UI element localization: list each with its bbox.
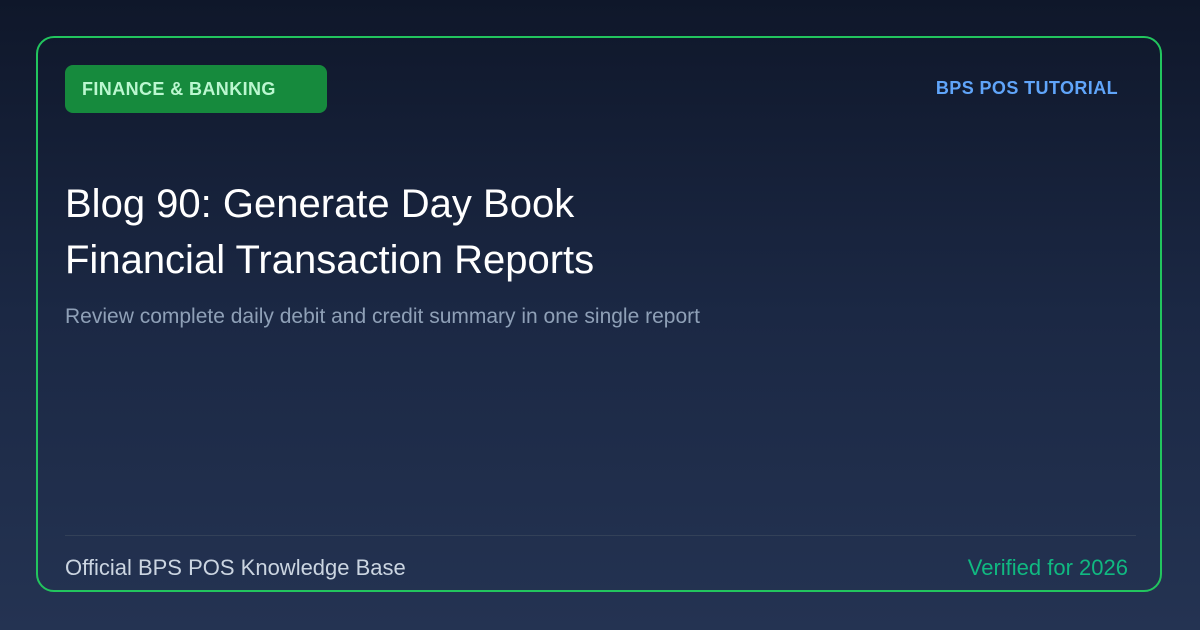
title-line-2: Financial Transaction Reports — [65, 238, 595, 282]
page-title: Blog 90: Generate Day Book Financial Tra… — [65, 176, 594, 288]
footer-verified: Verified for 2026 — [967, 555, 1128, 580]
brand-tag: BPS POS TUTORIAL — [935, 78, 1118, 98]
footer-divider — [65, 535, 1136, 536]
category-label: FINANCE & BANKING — [82, 78, 276, 99]
title-line-1: Blog 90: Generate Day Book — [65, 182, 575, 226]
subtitle: Review complete daily debit and credit s… — [65, 305, 700, 328]
category-badge: FINANCE & BANKING — [65, 65, 327, 113]
footer-source: Official BPS POS Knowledge Base — [65, 555, 406, 580]
